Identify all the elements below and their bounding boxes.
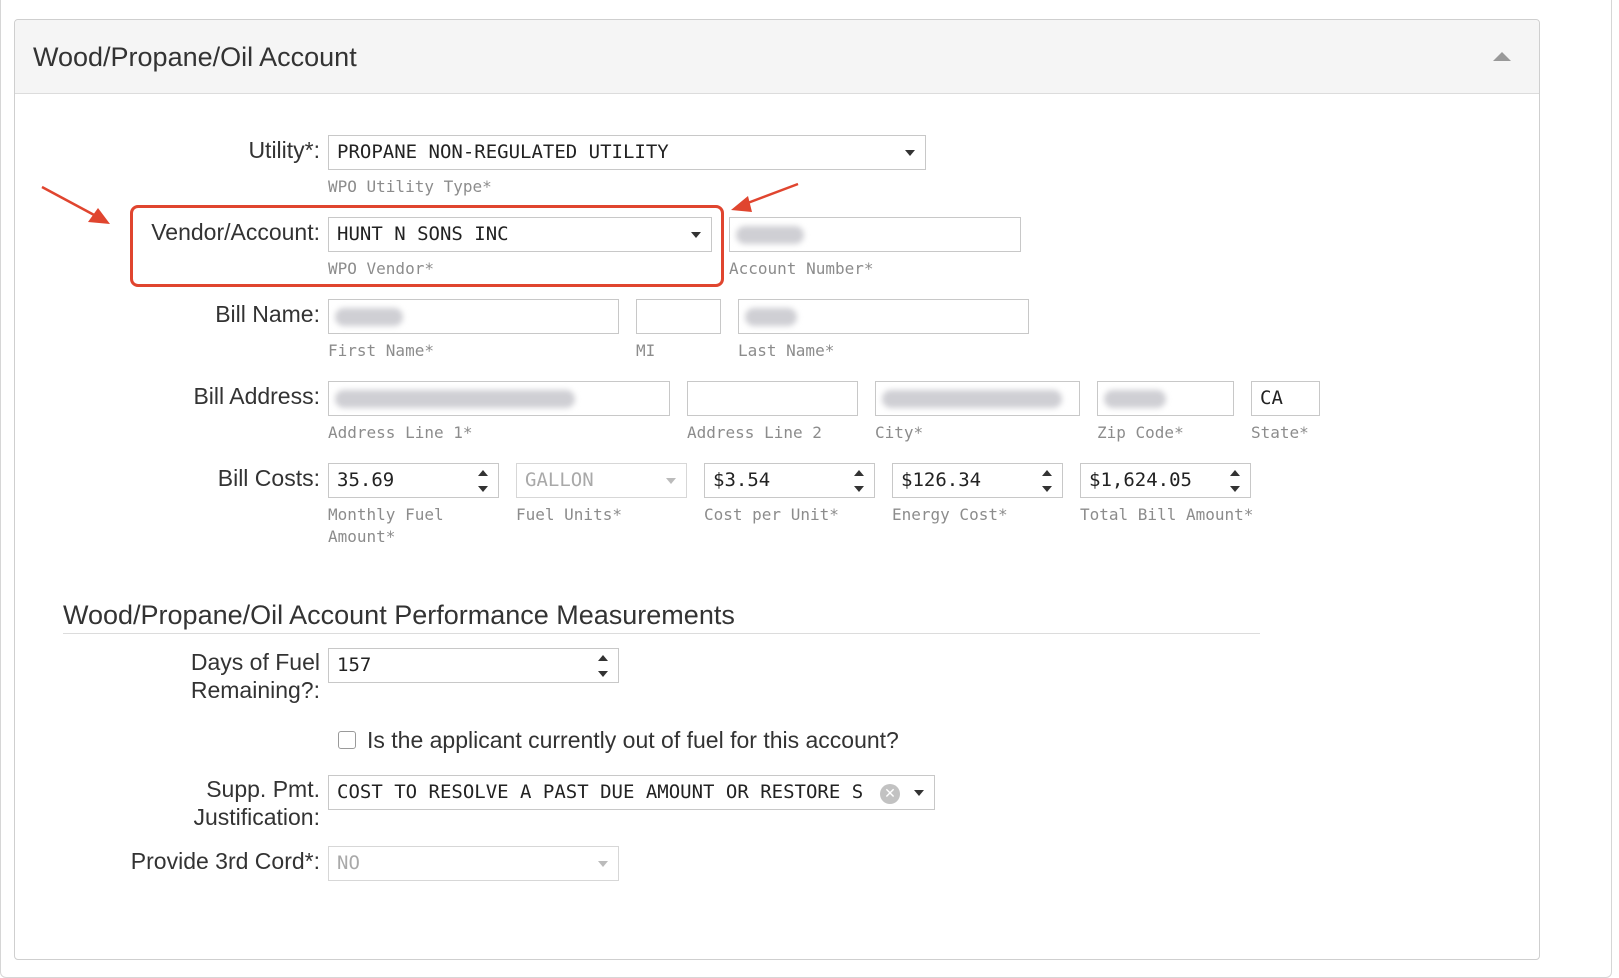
annotation-arrows xyxy=(41,182,799,224)
annotation-arrow-right-line xyxy=(744,182,799,206)
annotation-arrow-right-head xyxy=(731,196,752,212)
annotation-arrow-left-line xyxy=(41,185,97,218)
annotation-arrow-left-head xyxy=(88,208,110,224)
